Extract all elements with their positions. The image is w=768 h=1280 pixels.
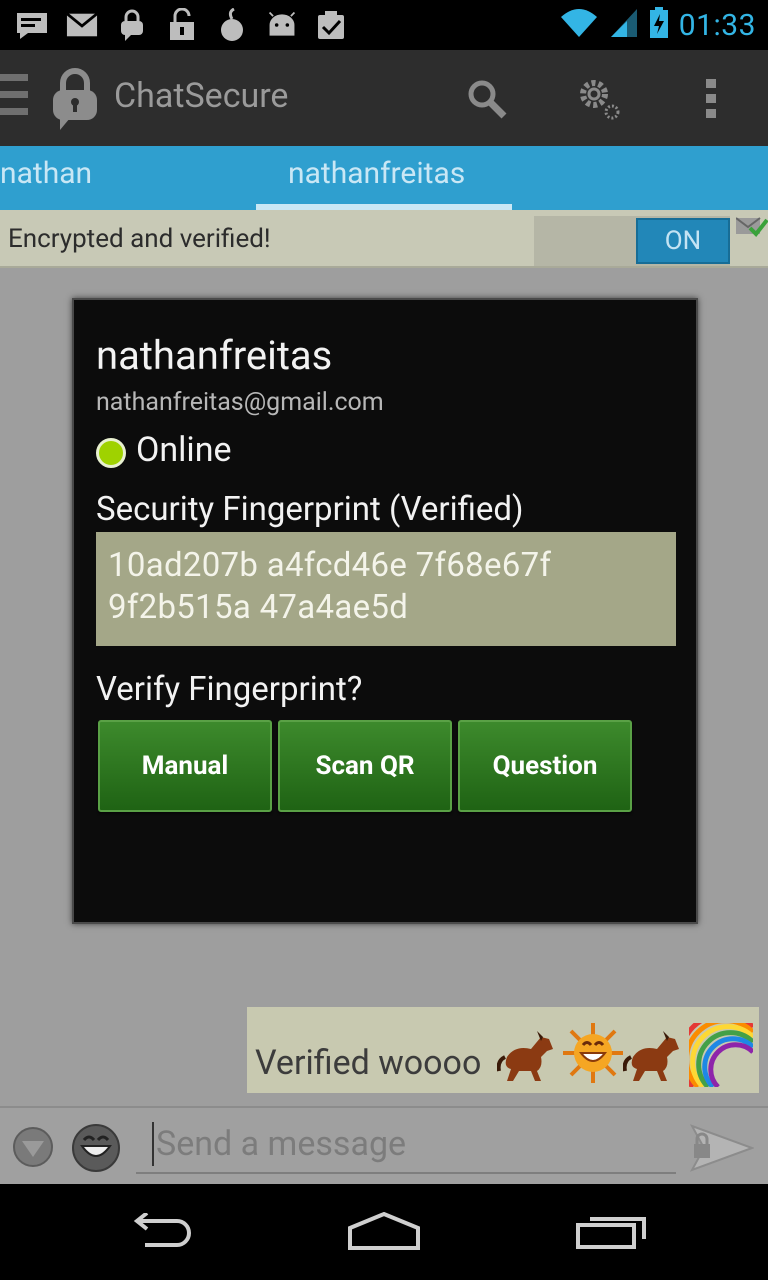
chat-bubble-lock-icon xyxy=(116,9,148,41)
horse-emoji-icon xyxy=(496,1027,561,1087)
fingerprint-box: 10ad207b a4fcd46e 7f68e67f 9f2b515a 47a4… xyxy=(96,532,676,646)
signal-icon xyxy=(609,7,639,43)
encryption-status-text: Encrypted and verified! xyxy=(8,224,271,254)
message-input-underline xyxy=(136,1172,676,1174)
message-text: Verified woooo xyxy=(255,1043,482,1083)
settings-icon[interactable] xyxy=(574,74,624,124)
attach-menu-icon[interactable] xyxy=(12,1126,54,1168)
contact-email: nathanfreitas@gmail.com xyxy=(96,388,384,417)
emoji-picker-icon[interactable] xyxy=(70,1122,122,1174)
verify-prompt: Verify Fingerprint? xyxy=(96,670,363,709)
drawer-toggle-icon[interactable] xyxy=(0,74,28,122)
encryption-status-bar: Encrypted and verified! ON xyxy=(0,210,768,268)
wifi-icon xyxy=(559,7,599,43)
navigation-bar xyxy=(0,1184,768,1280)
presence-text: Online xyxy=(136,430,232,470)
notification-icons xyxy=(16,8,348,42)
rainbow-emoji-icon xyxy=(678,1012,755,1091)
text-cursor xyxy=(152,1122,154,1166)
overflow-menu-icon[interactable] xyxy=(686,74,736,124)
tab-nathan[interactable]: nathan xyxy=(0,156,92,191)
grinning-sun-emoji-icon xyxy=(563,1023,623,1087)
encryption-toggle[interactable]: ON xyxy=(636,218,730,264)
conversation-tabs: nathan nathanfreitas xyxy=(0,146,768,210)
app-title: ChatSecure xyxy=(114,76,289,116)
recent-apps-icon[interactable] xyxy=(572,1206,652,1256)
search-icon[interactable] xyxy=(462,74,512,124)
verify-scan-qr-button[interactable]: Scan QR xyxy=(278,720,452,812)
unlock-icon xyxy=(166,8,198,41)
send-button[interactable] xyxy=(689,1122,755,1174)
horse-emoji-icon-2 xyxy=(622,1027,687,1087)
verify-question-button[interactable]: Question xyxy=(458,720,632,812)
contact-name: nathanfreitas xyxy=(96,332,333,379)
battery-charging-icon xyxy=(649,7,669,43)
verify-manual-button[interactable]: Manual xyxy=(98,720,272,812)
android-icon xyxy=(266,9,298,41)
contact-info-dialog: nathanfreitas nathanfreitas@gmail.com On… xyxy=(72,298,698,924)
verified-mail-icon xyxy=(735,216,768,240)
home-icon[interactable] xyxy=(344,1206,424,1256)
online-dot-icon xyxy=(96,438,126,468)
mail-icon xyxy=(66,9,98,41)
fingerprint-line-1: 10ad207b a4fcd46e 7f68e67f xyxy=(108,546,552,585)
fingerprint-line-2: 9f2b515a 47a4ae5d xyxy=(108,588,409,627)
system-tray: 01:33 xyxy=(559,6,756,44)
fingerprint-label: Security Fingerprint (Verified) xyxy=(96,490,524,529)
presence-status: Online xyxy=(96,430,232,470)
clock: 01:33 xyxy=(678,7,756,43)
back-icon[interactable] xyxy=(120,1206,200,1256)
message-bubble[interactable]: Verified woooo xyxy=(247,1007,759,1093)
checkbox-icon xyxy=(316,9,348,41)
app-logo-icon[interactable] xyxy=(50,68,100,130)
message-input[interactable]: Send a message xyxy=(156,1124,406,1164)
onion-icon xyxy=(216,8,248,41)
tab-nathanfreitas[interactable]: nathanfreitas xyxy=(288,156,465,191)
message-icon xyxy=(16,9,48,41)
status-bar: 01:33 xyxy=(0,0,768,50)
action-bar: ChatSecure xyxy=(0,50,768,146)
